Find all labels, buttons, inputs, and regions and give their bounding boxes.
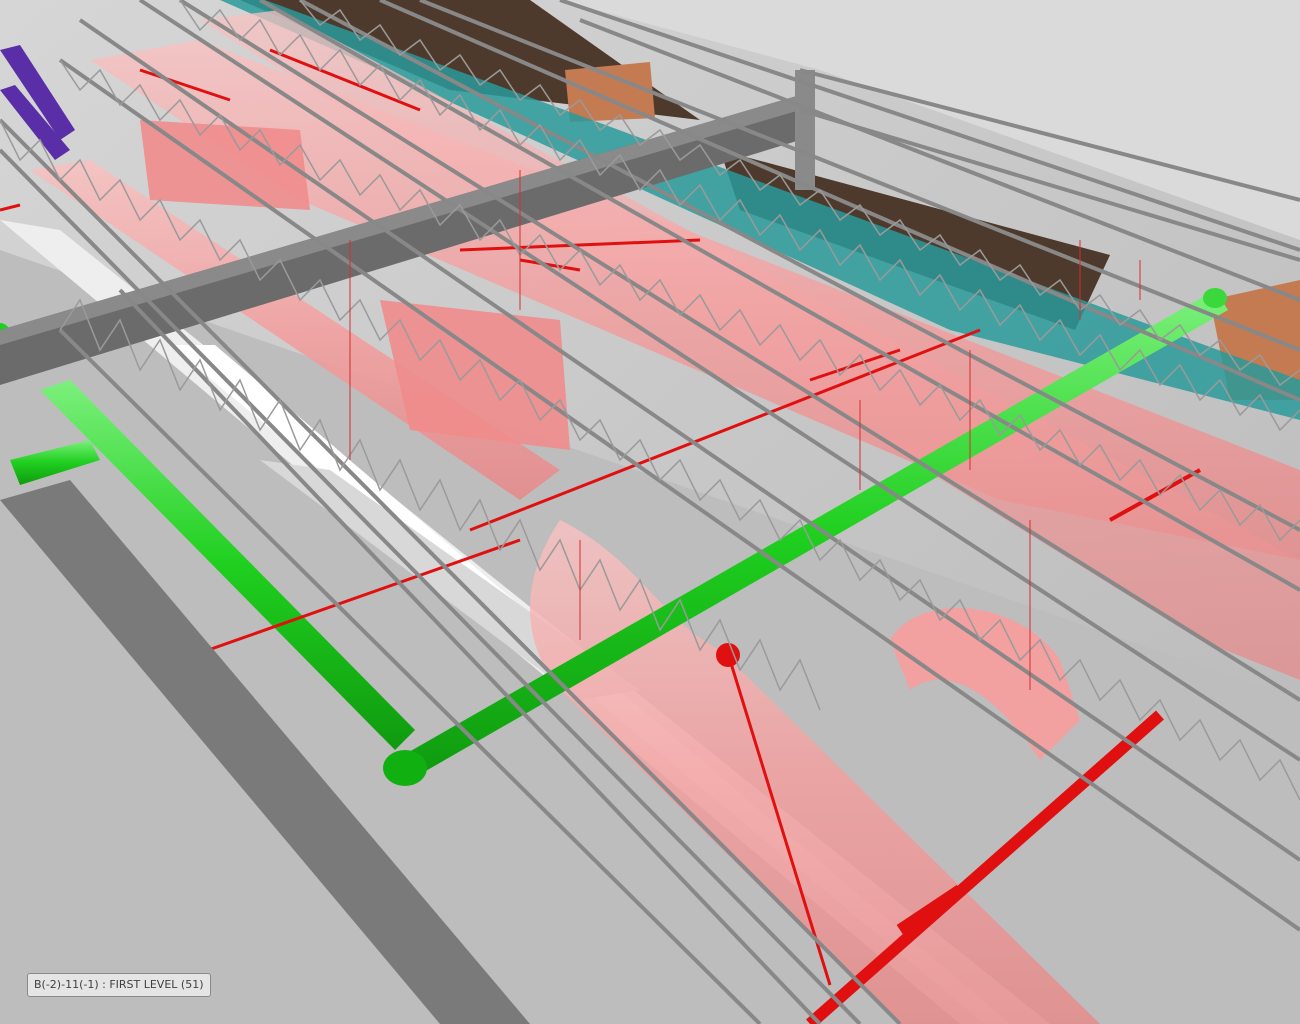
3d-model-viewport[interactable]: B(-2)-11(-1) : FIRST LEVEL (51) (0, 0, 1300, 1024)
level-location-label: B(-2)-11(-1) : FIRST LEVEL (51) (27, 973, 211, 997)
sprinkler-fitting (716, 643, 740, 667)
bim-scene[interactable] (0, 0, 1300, 1024)
